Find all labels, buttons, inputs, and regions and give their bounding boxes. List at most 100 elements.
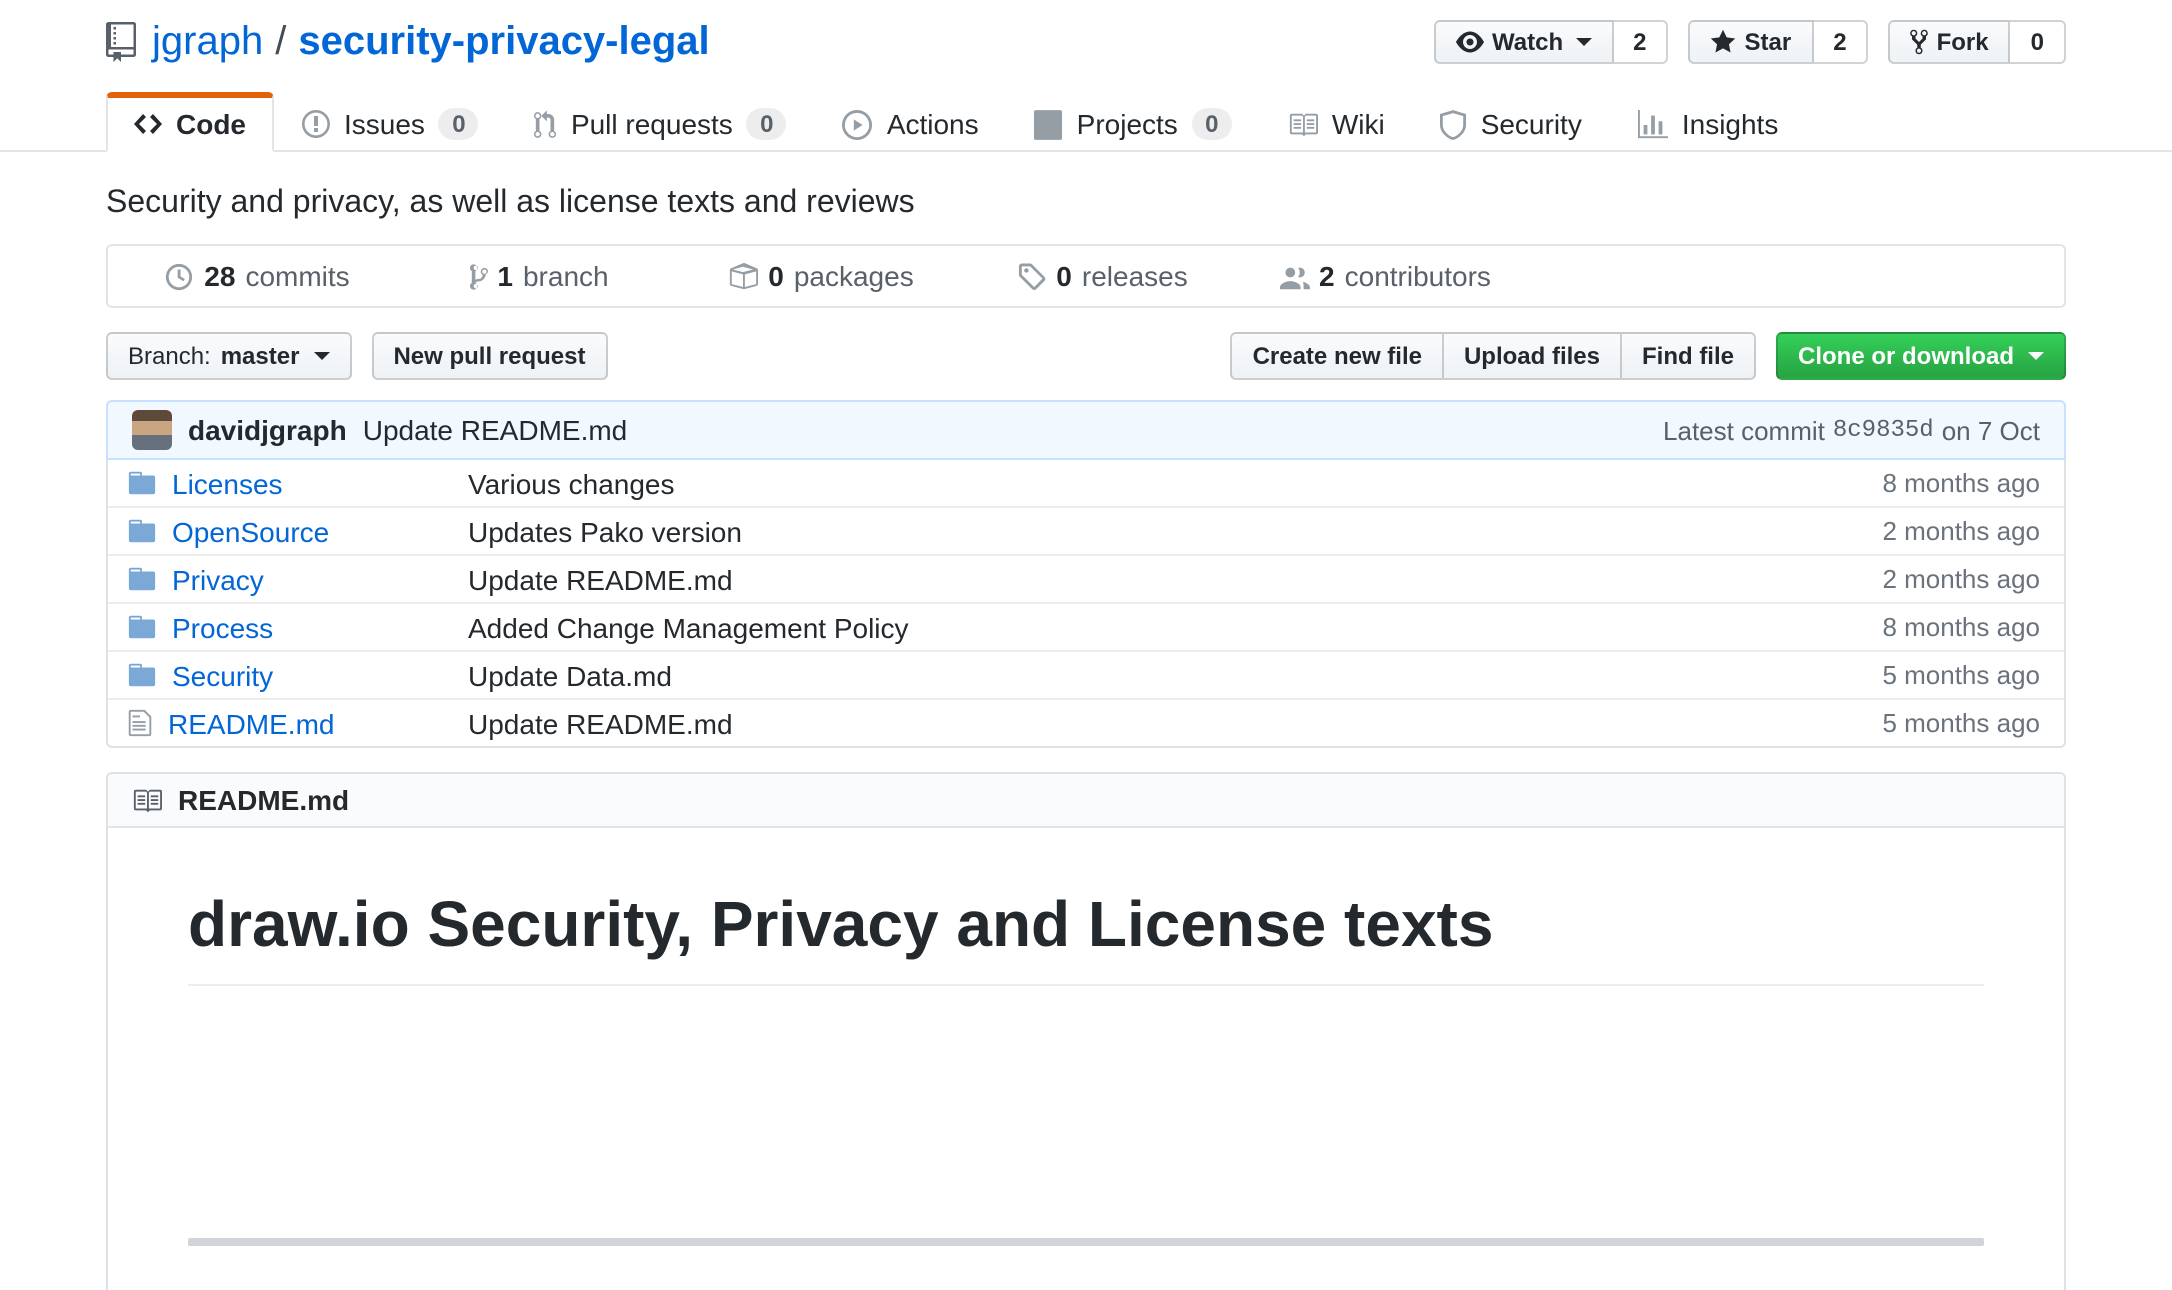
tab-label: Security	[1481, 106, 1582, 142]
file-commit-message-link[interactable]: Added Change Management Policy	[468, 611, 909, 643]
readme-header-label: README.md	[178, 784, 349, 816]
repo-stats-bar: 28 commits 1 branch 0 packages 0 release…	[106, 244, 2066, 308]
repo-owner-link[interactable]: jgraph	[152, 16, 263, 68]
repo-name-link[interactable]: security-privacy-legal	[298, 16, 709, 68]
files-panel: davidjgraph Update README.md Latest comm…	[106, 400, 2066, 748]
shield-icon	[1441, 109, 1467, 139]
graph-icon	[1638, 109, 1668, 139]
commit-date: on 7 Oct	[1942, 415, 2040, 445]
folder-icon	[128, 564, 156, 594]
tab-issues[interactable]: Issues 0	[274, 92, 507, 152]
commit-author-link[interactable]: davidjgraph	[188, 414, 347, 446]
stat-commits[interactable]: 28 commits	[116, 260, 398, 292]
code-icon	[134, 108, 162, 140]
clone-or-download-button[interactable]: Clone or download	[1776, 332, 2066, 380]
fork-count[interactable]: 0	[2011, 20, 2066, 64]
upload-files-button[interactable]: Upload files	[1442, 332, 1622, 380]
commit-message-link[interactable]: Update README.md	[363, 414, 628, 446]
files-table: Licenses Various changes 8 months ago Op…	[108, 460, 2064, 746]
social-actions: Watch 2 Star 2 Fork	[1434, 20, 2066, 64]
file-link[interactable]: OpenSource	[172, 515, 329, 547]
repo-icon	[106, 22, 136, 62]
file-commit-message-link[interactable]: Various changes	[468, 467, 675, 499]
tab-actions[interactable]: Actions	[815, 92, 1007, 152]
readme-panel: README.md draw.io Security, Privacy and …	[106, 772, 2066, 1290]
dropdown-caret-icon	[1575, 38, 1591, 46]
file-buttons-group: Create new file Upload files Find file	[1231, 332, 1756, 380]
watch-group: Watch 2	[1434, 20, 1669, 64]
stat-releases[interactable]: 0 releases	[962, 260, 1244, 292]
repo-nav: Code Issues 0 Pull requests 0 Actions Pr…	[0, 92, 2172, 152]
stat-packages[interactable]: 0 packages	[680, 260, 962, 292]
tab-security[interactable]: Security	[1413, 92, 1610, 152]
tab-label: Issues	[344, 106, 425, 142]
folder-icon	[128, 660, 156, 690]
play-icon	[843, 109, 873, 139]
folder-icon	[128, 468, 156, 498]
readme-divider	[188, 1238, 1984, 1246]
file-commit-message-link[interactable]: Update Data.md	[468, 659, 672, 691]
file-commit-message-link[interactable]: Update README.md	[468, 707, 733, 739]
file-actions-row: Branch: master New pull request Create n…	[106, 332, 2066, 380]
star-count[interactable]: 2	[1813, 20, 1868, 64]
file-age: 2 months ago	[1700, 516, 2040, 546]
tab-label: Actions	[887, 106, 979, 142]
file-age: 8 months ago	[1700, 612, 2040, 642]
find-file-button[interactable]: Find file	[1620, 332, 1756, 380]
dropdown-caret-icon	[2028, 352, 2044, 360]
file-link[interactable]: Process	[172, 611, 273, 643]
file-age: 8 months ago	[1700, 468, 2040, 498]
file-commit-message-link[interactable]: Update README.md	[468, 563, 733, 595]
file-age: 5 months ago	[1700, 660, 2040, 690]
file-commit-message-link[interactable]: Updates Pako version	[468, 515, 742, 547]
package-icon	[728, 261, 758, 291]
breadcrumb: jgraph / security-privacy-legal	[106, 16, 710, 68]
stat-branches[interactable]: 1 branch	[398, 260, 680, 292]
latest-commit-bar: davidjgraph Update README.md Latest comm…	[106, 400, 2066, 460]
branch-select-button[interactable]: Branch: master	[106, 332, 351, 380]
fork-button[interactable]: Fork	[1889, 20, 2011, 64]
new-pull-request-button[interactable]: New pull request	[371, 332, 607, 380]
tab-pull-requests[interactable]: Pull requests 0	[507, 92, 815, 152]
tab-label: Insights	[1682, 106, 1779, 142]
tab-wiki[interactable]: Wiki	[1260, 92, 1413, 152]
stat-contributors[interactable]: 2 contributors	[1244, 260, 1526, 292]
github-repo-page: jgraph / security-privacy-legal Watch 2	[0, 0, 2172, 1290]
file-age: 2 months ago	[1700, 564, 2040, 594]
file-row: Process Added Change Management Policy 8…	[108, 602, 2064, 650]
watch-count[interactable]: 2	[1613, 20, 1668, 64]
file-link[interactable]: Licenses	[172, 467, 283, 499]
git-branch-icon	[469, 261, 487, 291]
file-link[interactable]: Privacy	[172, 563, 264, 595]
tab-projects[interactable]: Projects 0	[1007, 92, 1260, 152]
folder-icon	[128, 516, 156, 546]
star-label: Star	[1745, 28, 1792, 56]
scale-wrapper: jgraph / security-privacy-legal Watch 2	[0, 0, 2172, 1290]
watch-label: Watch	[1492, 28, 1563, 56]
repo-description: Security and privacy, as well as license…	[106, 184, 2066, 224]
latest-commit-meta: Latest commit 8c9835d on 7 Oct	[1663, 415, 2040, 445]
projects-counter: 0	[1192, 108, 1232, 140]
watch-button[interactable]: Watch	[1434, 20, 1613, 64]
file-row: OpenSource Updates Pako version 2 months…	[108, 506, 2064, 554]
latest-commit-label: Latest commit	[1663, 415, 1825, 445]
book-icon	[1288, 109, 1318, 139]
create-new-file-button[interactable]: Create new file	[1231, 332, 1444, 380]
tag-icon	[1018, 261, 1046, 291]
avatar[interactable]	[132, 410, 172, 450]
tab-label: Projects	[1077, 106, 1178, 142]
star-icon	[1711, 28, 1737, 56]
book-icon	[132, 785, 162, 815]
tab-insights[interactable]: Insights	[1610, 92, 1807, 152]
commit-sha-link[interactable]: 8c9835d	[1833, 416, 1934, 444]
file-link[interactable]: Security	[172, 659, 273, 691]
tab-code[interactable]: Code	[106, 92, 274, 152]
pull-requests-counter: 0	[747, 108, 787, 140]
file-link[interactable]: README.md	[168, 707, 334, 739]
repo-header: jgraph / security-privacy-legal Watch 2	[0, 0, 2172, 68]
star-button[interactable]: Star	[1689, 20, 1814, 64]
star-group: Star 2	[1689, 20, 1869, 64]
breadcrumb-separator: /	[275, 16, 286, 68]
file-age: 5 months ago	[1700, 708, 2040, 738]
tab-label: Pull requests	[571, 106, 733, 142]
